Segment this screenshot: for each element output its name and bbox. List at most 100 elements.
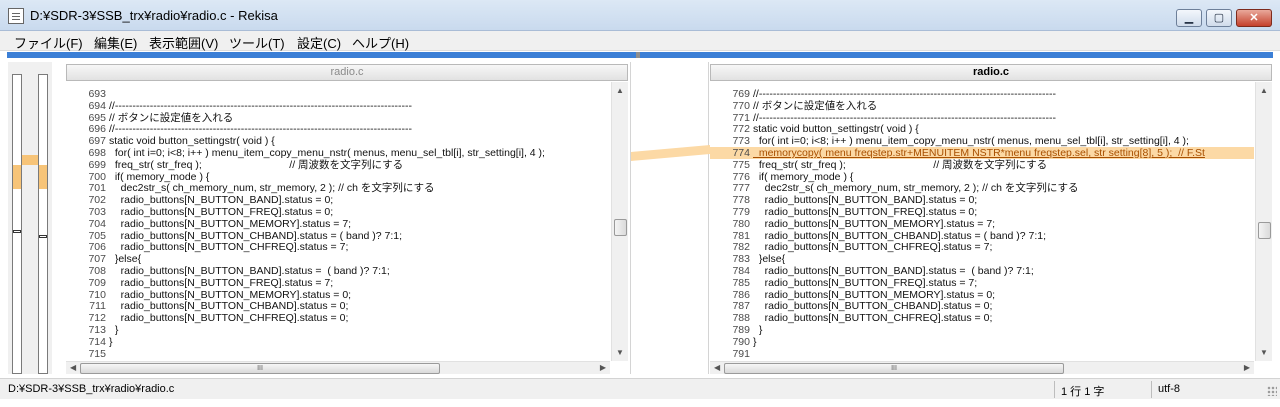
line-number: 698 [88,147,106,159]
code-line[interactable]: 769//-----------------------------------… [710,88,1254,100]
code-line[interactable]: 788 radio_buttons[N_BUTTON_CHFREQ].statu… [710,312,1254,324]
line-text: radio_buttons[N_BUTTON_FREQ].status = 7; [109,276,334,289]
resize-grip-icon[interactable] [1267,386,1277,396]
scroll-right-icon[interactable]: ▶ [1244,363,1250,372]
diff-overview[interactable] [8,62,52,374]
code-line[interactable]: 712 radio_buttons[N_BUTTON_CHFREQ].statu… [66,312,610,324]
code-line[interactable]: 781 radio_buttons[N_BUTTON_CHBAND].statu… [710,230,1254,242]
code-line[interactable]: 791 [710,348,1254,360]
code-line[interactable]: 699 freq_str( str_freq ); // 周波数を文字列にする [66,159,610,171]
code-line[interactable]: 711 radio_buttons[N_BUTTON_CHBAND].statu… [66,300,610,312]
right-code-view[interactable]: 769//-----------------------------------… [710,82,1254,361]
close-button[interactable]: ✕ [1236,9,1272,27]
code-line[interactable]: 790} [710,336,1254,348]
scroll-right-icon[interactable]: ▶ [600,363,606,372]
code-line[interactable]: 784 radio_buttons[N_BUTTON_BAND].status … [710,265,1254,277]
menu-edit[interactable]: 編集(E) [94,33,137,52]
code-line[interactable]: 782 radio_buttons[N_BUTTON_CHFREQ].statu… [710,241,1254,253]
line-text: } [109,335,113,348]
status-encoding: utf-8 [1158,383,1181,395]
code-line[interactable]: 779 radio_buttons[N_BUTTON_FREQ].status … [710,206,1254,218]
code-line[interactable]: 701 dec2str_s( ch_memory_num, str_memory… [66,182,610,194]
line-number: 775 [732,158,750,171]
line-text: radio_buttons[N_BUTTON_MEMORY].status = … [753,288,996,301]
code-line[interactable]: 700 if( memory_mode ) { [66,171,610,183]
menu-help[interactable]: ヘルプ(H) [352,33,409,52]
code-line[interactable]: 770// ボタンに設定値を入れる [710,100,1254,112]
code-line[interactable]: 698 for( int i=0; i<8; i++ ) menu_item_c… [66,147,610,159]
code-line[interactable]: 694//-----------------------------------… [66,100,610,112]
code-line[interactable]: 776 if( memory_mode ) { [710,171,1254,183]
line-number: 714 [88,335,106,348]
maximize-button[interactable]: ▢ [1206,9,1232,27]
code-line[interactable]: 707 }else{ [66,253,610,265]
code-line[interactable]: 780 radio_buttons[N_BUTTON_MEMORY].statu… [710,218,1254,230]
code-line[interactable]: 787 radio_buttons[N_BUTTON_CHBAND].statu… [710,300,1254,312]
right-vscroll-thumb[interactable] [1258,222,1271,239]
code-line[interactable]: 789 } [710,324,1254,336]
scroll-left-icon[interactable]: ◀ [714,363,720,372]
code-line[interactable]: 709 radio_buttons[N_BUTTON_FREQ].status … [66,277,610,289]
ruler-divider-mark[interactable] [636,52,640,58]
minimize-button[interactable]: ▁ [1176,9,1202,27]
code-line[interactable]: 710 radio_buttons[N_BUTTON_MEMORY].statu… [66,289,610,301]
line-number: 707 [88,253,106,266]
line-text: radio_buttons[N_BUTTON_BAND].status = 0; [753,194,978,207]
code-line[interactable]: 693 [66,88,610,100]
scroll-up-icon[interactable]: ▲ [1260,86,1268,95]
left-code-view[interactable]: 693 694//--------------------------------… [66,82,610,361]
code-line[interactable]: 705 radio_buttons[N_BUTTON_CHBAND].statu… [66,230,610,242]
code-line[interactable]: 778 radio_buttons[N_BUTTON_BAND].status … [710,194,1254,206]
right-hscroll-thumb[interactable]: III [724,363,1064,374]
code-line[interactable]: 786 radio_buttons[N_BUTTON_MEMORY].statu… [710,289,1254,301]
scroll-up-icon[interactable]: ▲ [616,86,624,95]
code-line[interactable]: 695// ボタンに設定値を入れる [66,112,610,124]
code-line[interactable]: 771//-----------------------------------… [710,112,1254,124]
left-horizontal-scrollbar[interactable]: ◀ III ▶ [66,361,610,374]
line-text: static void button_settingstr( void ) { [753,123,919,136]
menu-file[interactable]: ファイル(F) [14,33,83,52]
line-text: freq_str( str_freq ); // 周波数を文字列にする [109,158,404,171]
line-number: 787 [732,300,750,313]
code-line[interactable]: 708 radio_buttons[N_BUTTON_BAND].status … [66,265,610,277]
changed-code-line[interactable]: 774 memorycopy( menu freqstep.str+MENUIT… [710,147,1254,159]
menu-tools[interactable]: ツール(T) [229,33,285,52]
overview-left-track[interactable] [12,74,22,374]
code-line[interactable]: 777 dec2str_s( ch_memory_num, str_memory… [710,182,1254,194]
line-number: 706 [88,241,106,254]
overview-right-track[interactable] [38,74,48,374]
left-hscroll-thumb[interactable]: III [80,363,440,374]
right-horizontal-scrollbar[interactable]: ◀ III ▶ [710,361,1254,374]
code-line[interactable]: 702 radio_buttons[N_BUTTON_BAND].status … [66,194,610,206]
right-file-header[interactable]: radio.c [710,64,1272,81]
code-line[interactable]: 706 radio_buttons[N_BUTTON_CHFREQ].statu… [66,241,610,253]
scroll-down-icon[interactable]: ▼ [616,348,624,357]
left-vscroll-thumb[interactable] [614,219,627,236]
code-line[interactable]: 783 }else{ [710,253,1254,265]
menu-view-range[interactable]: 表示範囲(V) [149,33,218,52]
code-line[interactable]: 697 static void button_settingstr( void )… [66,135,610,147]
scroll-left-icon[interactable]: ◀ [70,363,76,372]
line-number: 780 [732,217,750,230]
code-line[interactable]: 704 radio_buttons[N_BUTTON_MEMORY].statu… [66,218,610,230]
code-line[interactable]: 785 radio_buttons[N_BUTTON_FREQ].status … [710,277,1254,289]
right-vertical-scrollbar[interactable]: ▲ ▼ [1255,82,1272,361]
left-vertical-scrollbar[interactable]: ▲ ▼ [611,82,628,361]
code-line[interactable]: 696//-----------------------------------… [66,123,610,135]
left-file-header[interactable]: radio.c [66,64,628,81]
code-line[interactable]: 715 [66,348,610,360]
menu-settings[interactable]: 設定(C) [297,33,341,52]
code-line[interactable]: 773 for( int i=0; i<8; i++ ) menu_item_c… [710,135,1254,147]
code-line[interactable]: 713 } [66,324,610,336]
line-text: radio_buttons[N_BUTTON_CHFREQ].status = … [753,241,993,254]
line-number: 699 [88,158,106,171]
line-number: 786 [732,288,750,301]
code-line[interactable]: 714} [66,336,610,348]
code-line[interactable]: 703 radio_buttons[N_BUTTON_FREQ].status … [66,206,610,218]
code-line[interactable]: 772 static void button_settingstr( void )… [710,123,1254,135]
line-number: 711 [89,300,106,313]
line-number: 709 [88,276,106,289]
line-number: 694 [88,99,106,112]
code-line[interactable]: 775 freq_str( str_freq ); // 周波数を文字列にする [710,159,1254,171]
scroll-down-icon[interactable]: ▼ [1260,348,1268,357]
